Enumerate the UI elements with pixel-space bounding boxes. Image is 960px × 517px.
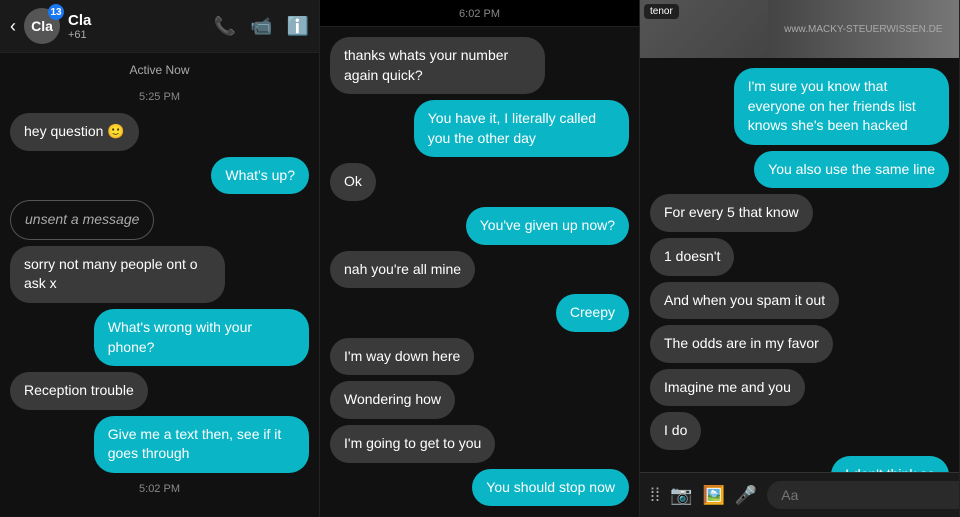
panel2-header: 6:02 PM (320, 0, 639, 27)
gif-content: www.MACKY-STEUERWISSEN.DE (768, 0, 959, 58)
p2-msg-3: Ok (330, 163, 376, 201)
tenor-label: tenor (644, 4, 679, 19)
mic-icon[interactable]: 🎤 (735, 485, 757, 506)
back-button[interactable]: ‹ (10, 16, 16, 37)
p2-msg-6: Creepy (556, 294, 629, 332)
contact-info: Cla +61 (68, 12, 91, 41)
p3-msg-4: 1 doesn't (650, 238, 734, 276)
messages-area-3: I'm sure you know that everyone on her f… (640, 58, 959, 472)
p2-msg-1: thanks whats your number again quick? (330, 37, 545, 94)
header-icons: 📞 📹 ℹ️ (214, 16, 309, 37)
messages-area-2: thanks whats your number again quick? Yo… (320, 27, 639, 517)
message-m3: unsent a message (10, 200, 154, 240)
p3-msg-3: For every 5 that know (650, 194, 813, 232)
message-m7: Give me a text then, see if it goes thro… (94, 416, 309, 473)
top-image-area: tenor www.MACKY-STEUERWISSEN.DE (640, 0, 959, 58)
avatar: Cla 13 (24, 8, 60, 44)
panel3-footer: ⁞⁞ 📷 🖼️ 🎤 😊 👍 (640, 472, 959, 517)
p3-msg-9: I don't think so (831, 456, 949, 472)
timestamp-1: 5:25 PM (10, 91, 309, 103)
p2-msg-2: You have it, I literally called you the … (414, 100, 629, 157)
p2-msg-4: You've given up now? (466, 207, 629, 245)
timestamp-2: 5:02 PM (10, 483, 309, 495)
p2-msg-5: nah you're all mine (330, 251, 475, 289)
messages-area-1: Active Now 5:25 PM hey question 🙂 What's… (0, 53, 319, 517)
image-icon[interactable]: 🖼️ (702, 485, 724, 506)
p2-msg-7: I'm way down here (330, 338, 474, 376)
p3-msg-8: I do (650, 412, 701, 450)
p3-msg-1: I'm sure you know that everyone on her f… (734, 68, 949, 145)
message-m6: Reception trouble (10, 372, 148, 410)
panel-3: tenor www.MACKY-STEUERWISSEN.DE I'm sure… (640, 0, 960, 517)
message-input[interactable] (767, 481, 960, 509)
contact-sub: +61 (68, 29, 91, 41)
info-icon[interactable]: ℹ️ (287, 16, 309, 37)
p3-msg-2: You also use the same line (754, 151, 949, 189)
badge: 13 (48, 4, 64, 20)
p3-msg-7: Imagine me and you (650, 369, 805, 407)
p2-msg-9: I'm going to get to you (330, 425, 495, 463)
panel2-timestamp: 6:02 PM (459, 8, 500, 20)
message-m4: sorry not many people ont o ask x (10, 246, 225, 303)
p2-msg-8: Wondering how (330, 381, 455, 419)
video-icon[interactable]: 📹 (250, 16, 272, 37)
message-m1: hey question 🙂 (10, 113, 139, 151)
contact-name: Cla (68, 12, 91, 29)
message-m2: What's up? (211, 157, 309, 195)
grid-icon[interactable]: ⁞⁞ (650, 485, 660, 506)
panel-1: ‹ Cla 13 Cla +61 📞 📹 ℹ️ Active Now 5:25 … (0, 0, 320, 517)
p2-msg-10: You should stop now (472, 469, 629, 507)
panel-2: 6:02 PM thanks whats your number again q… (320, 0, 640, 517)
camera-icon[interactable]: 📷 (670, 485, 692, 506)
active-status: Active Now (10, 63, 309, 77)
p3-msg-6: The odds are in my favor (650, 325, 833, 363)
message-m5: What's wrong with your phone? (94, 309, 309, 366)
call-icon[interactable]: 📞 (214, 16, 236, 37)
panel1-header: ‹ Cla 13 Cla +61 📞 📹 ℹ️ (0, 0, 319, 53)
p3-msg-5: And when you spam it out (650, 282, 839, 320)
